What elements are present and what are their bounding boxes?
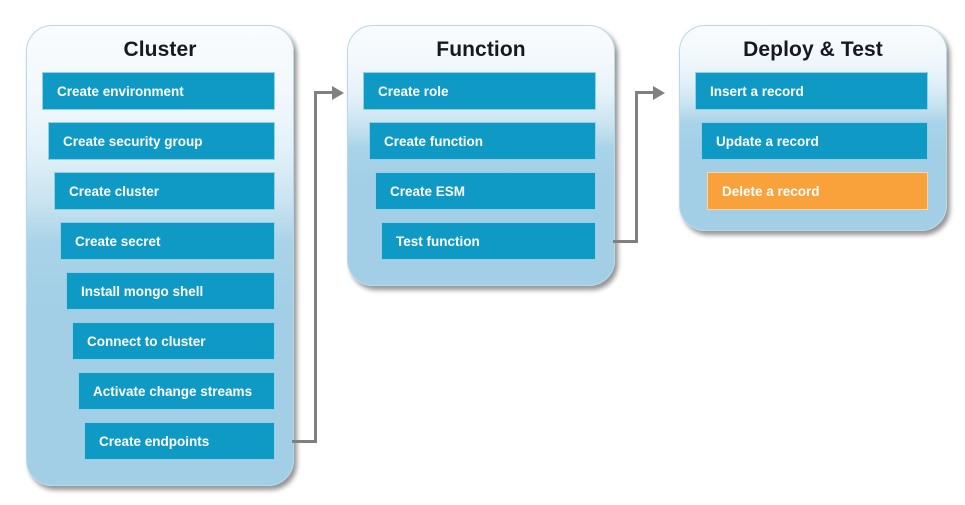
step-create-secret[interactable]: Create secret (60, 222, 275, 260)
connector-cluster-to-function-vertical (314, 91, 317, 443)
step-test-function[interactable]: Test function (381, 222, 596, 260)
step-install-mongo-shell[interactable]: Install mongo shell (66, 272, 275, 310)
step-create-esm[interactable]: Create ESM (375, 172, 596, 210)
workflow-diagram: Cluster Create environment Create securi… (0, 0, 965, 505)
connector-function-to-deploy-top (635, 91, 655, 94)
step-create-function[interactable]: Create function (369, 122, 596, 160)
step-update-a-record[interactable]: Update a record (701, 122, 928, 160)
connector-function-to-deploy-vertical (635, 91, 638, 243)
step-delete-a-record[interactable]: Delete a record (707, 172, 928, 210)
panel-title-deploy-test: Deploy & Test (743, 38, 883, 61)
step-create-environment[interactable]: Create environment (42, 72, 275, 110)
arrowhead-cluster-to-function (332, 85, 344, 100)
step-create-security-group[interactable]: Create security group (48, 122, 275, 160)
step-create-role[interactable]: Create role (363, 72, 596, 110)
panel-title-cluster: Cluster (123, 38, 197, 61)
step-create-endpoints[interactable]: Create endpoints (84, 422, 275, 460)
connector-cluster-to-function-top (314, 91, 334, 94)
panel-title-function: Function (436, 38, 526, 61)
step-activate-change-streams[interactable]: Activate change streams (78, 372, 275, 410)
step-insert-a-record[interactable]: Insert a record (695, 72, 928, 110)
step-create-cluster[interactable]: Create cluster (54, 172, 275, 210)
arrowhead-function-to-deploy (653, 85, 665, 100)
step-connect-to-cluster[interactable]: Connect to cluster (72, 322, 275, 360)
